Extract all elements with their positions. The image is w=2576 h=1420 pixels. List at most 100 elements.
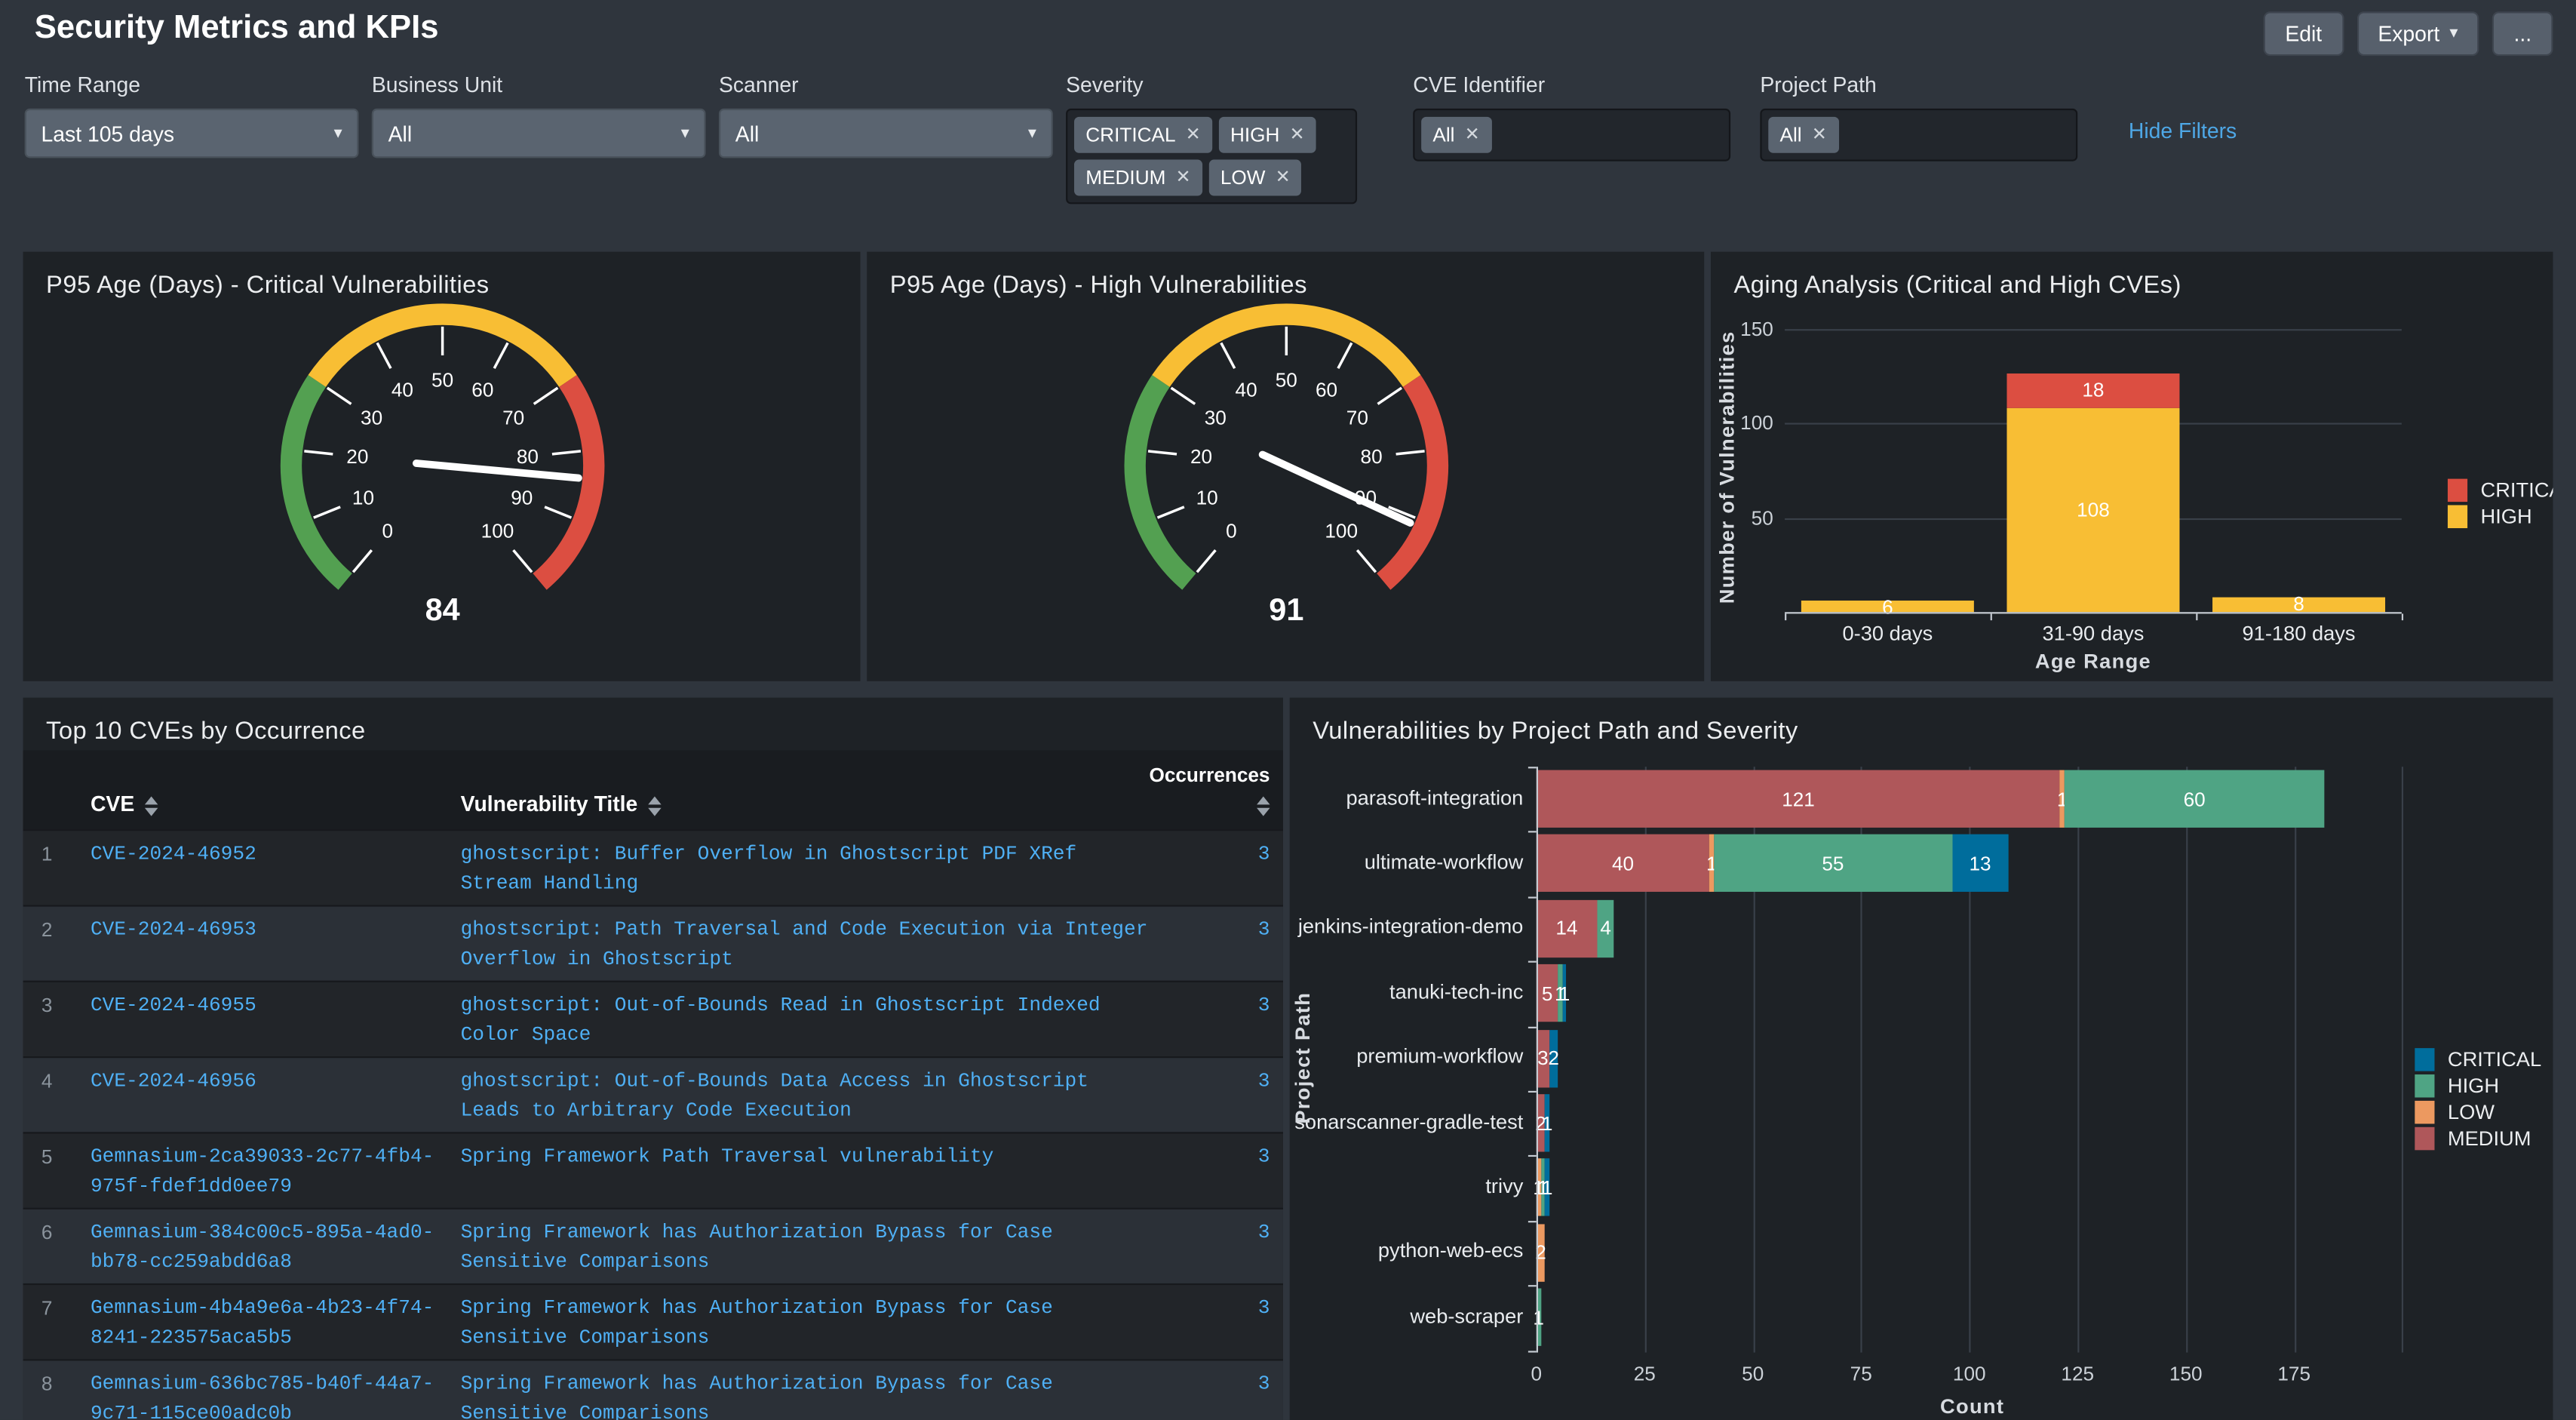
vulnerability-title-link[interactable]: ghostscript: Buffer Overflow in Ghostscr… xyxy=(447,831,1161,905)
sort-header-title[interactable]: Vulnerability Title xyxy=(447,750,1161,829)
panel-title: Aging Analysis (Critical and High CVEs) xyxy=(1711,252,2553,300)
time-range-dropdown[interactable]: Last 105 days ▾ xyxy=(25,109,359,158)
svg-text:84: 84 xyxy=(424,592,459,627)
remove-token-icon[interactable]: ✕ xyxy=(1289,126,1304,144)
filter-group-time-range: Time Range Last 105 days ▾ xyxy=(25,72,359,158)
cve-link[interactable]: Gemnasium-384c00c5-895a-4ad0-bb78-cc259a… xyxy=(77,1209,447,1283)
x-tick-label: 0 xyxy=(1503,1363,1569,1386)
occurrences-value[interactable]: 3 xyxy=(1162,1134,1283,1208)
occurrences-value[interactable]: 3 xyxy=(1162,982,1283,1056)
vulnerability-title-link[interactable]: Spring Framework has Authorization Bypas… xyxy=(447,1360,1161,1420)
svg-text:50: 50 xyxy=(1275,368,1297,391)
legend-entry[interactable]: HIGH xyxy=(2448,503,2553,530)
legend-label: CRITICAL xyxy=(2448,1048,2541,1071)
filter-token[interactable]: LOW ✕ xyxy=(1209,160,1302,196)
occurrences-value[interactable]: 3 xyxy=(1162,831,1283,905)
time-range-value: Last 105 days xyxy=(41,121,175,146)
svg-text:100: 100 xyxy=(481,520,514,542)
panel-title: Top 10 CVEs by Occurrence xyxy=(23,698,1283,745)
cve-identifier-filter[interactable]: All✕ xyxy=(1413,109,1730,161)
remove-token-icon[interactable]: ✕ xyxy=(1186,126,1201,144)
cve-link[interactable]: CVE-2024-46956 xyxy=(77,1058,447,1132)
panel-aging-analysis: Aging Analysis (Critical and High CVEs) … xyxy=(1711,252,2553,681)
occurrences-value[interactable]: 3 xyxy=(1162,907,1283,981)
token-label: CRITICAL xyxy=(1085,124,1175,147)
filter-bar: Time Range Last 105 days ▾ Business Unit… xyxy=(0,66,2576,223)
toolbar: Edit Export ▾ ... xyxy=(2264,11,2553,56)
remove-token-icon[interactable]: ✕ xyxy=(1276,169,1291,187)
bar-value-label: 1 xyxy=(1515,1110,1580,1136)
occurrences-value[interactable]: 3 xyxy=(1162,1058,1283,1132)
vulnerability-title-link[interactable]: Spring Framework has Authorization Bypas… xyxy=(447,1285,1161,1359)
occurrences-value[interactable]: 3 xyxy=(1162,1360,1283,1420)
edit-button[interactable]: Edit xyxy=(2264,11,2344,56)
business-unit-dropdown[interactable]: All ▾ xyxy=(372,109,706,158)
critical-p95-gauge: 010203040506070809010084 xyxy=(244,303,639,635)
legend-entry[interactable]: HIGH xyxy=(2415,1073,2541,1099)
panel-gauge-critical: P95 Age (Days) - Critical Vulnerabilitie… xyxy=(23,252,861,681)
projects-severity-chart: 0255075100125150175121160parasoft-integr… xyxy=(1290,750,2553,1420)
y-category-label: python-web-ecs xyxy=(1290,1240,1524,1263)
token-label: MEDIUM xyxy=(1085,166,1165,189)
cve-link[interactable]: Gemnasium-4b4a9e6a-4b23-4f74-8241-223575… xyxy=(77,1285,447,1359)
hide-filters-link[interactable]: Hide Filters xyxy=(2129,118,2237,143)
legend-entry[interactable]: CRITICAL xyxy=(2415,1047,2541,1073)
export-button[interactable]: Export ▾ xyxy=(2356,11,2479,56)
project-path-filter[interactable]: All✕ xyxy=(1760,109,2077,161)
row-number: 6 xyxy=(23,1209,78,1283)
remove-token-icon[interactable]: ✕ xyxy=(1465,126,1480,144)
filter-token[interactable]: All✕ xyxy=(1421,117,1491,153)
legend-entry[interactable]: MEDIUM xyxy=(2415,1126,2541,1152)
filter-token[interactable]: MEDIUM ✕ xyxy=(1074,160,1202,196)
table-row: 2CVE-2024-46953ghostscript: Path Travers… xyxy=(23,905,1283,980)
vulnerability-title-link[interactable]: ghostscript: Path Traversal and Code Exe… xyxy=(447,907,1161,981)
remove-token-icon[interactable]: ✕ xyxy=(1175,169,1190,187)
legend-entry[interactable]: LOW xyxy=(2415,1099,2541,1126)
occurrences-value[interactable]: 3 xyxy=(1162,1285,1283,1359)
filter-token[interactable]: All✕ xyxy=(1768,117,1838,153)
y-axis-tick xyxy=(1528,961,1537,963)
vulnerability-title-link[interactable]: Spring Framework Path Traversal vulnerab… xyxy=(447,1134,1161,1208)
vulnerability-title-link[interactable]: Spring Framework has Authorization Bypas… xyxy=(447,1209,1161,1283)
remove-token-icon[interactable]: ✕ xyxy=(1812,126,1827,144)
filter-group-project-path: Project Path All✕ xyxy=(1760,72,2077,161)
legend-swatch xyxy=(2448,505,2467,528)
table-header: CVE Vulnerability Title Occurrences xyxy=(23,750,1283,829)
bar-value-label: 2 xyxy=(1521,1045,1586,1071)
vulnerability-title-link[interactable]: ghostscript: Out-of-Bounds Read in Ghost… xyxy=(447,982,1161,1056)
filter-token[interactable]: CRITICAL ✕ xyxy=(1074,117,1212,153)
sort-icon xyxy=(647,796,660,816)
sort-header-cve[interactable]: CVE xyxy=(77,750,447,829)
vulnerability-title-link[interactable]: ghostscript: Out-of-Bounds Data Access i… xyxy=(447,1058,1161,1132)
business-unit-value: All xyxy=(388,121,413,146)
occurrences-value[interactable]: 3 xyxy=(1162,1209,1283,1283)
more-button[interactable]: ... xyxy=(2492,11,2553,56)
y-axis-tick xyxy=(1528,1221,1537,1222)
legend-label: LOW xyxy=(2448,1101,2495,1124)
y-category-label: parasoft-integration xyxy=(1290,785,1524,809)
cve-link[interactable]: Gemnasium-636bc785-b40f-44a7-9c71-115ce0… xyxy=(77,1360,447,1420)
x-tick-label: 150 xyxy=(2153,1363,2218,1386)
severity-filter[interactable]: CRITICAL✕HIGH✕MEDIUM✕LOW✕ xyxy=(1066,109,1357,204)
token-label: LOW xyxy=(1220,166,1266,189)
gridline xyxy=(2403,767,2404,1352)
panel-gauge-high: P95 Age (Days) - High Vulnerabilities 01… xyxy=(867,252,1704,681)
legend-swatch xyxy=(2448,479,2467,503)
sort-icon xyxy=(144,796,157,816)
cve-link[interactable]: Gemnasium-2ca39033-2c77-4fb4-975f-fdef1d… xyxy=(77,1134,447,1208)
row-number: 7 xyxy=(23,1285,78,1359)
scanner-dropdown[interactable]: All ▾ xyxy=(719,109,1053,158)
cve-table: CVE Vulnerability Title Occurrences 1CVE… xyxy=(23,750,1283,1420)
row-number: 5 xyxy=(23,1134,78,1208)
svg-text:10: 10 xyxy=(1196,486,1217,509)
filter-token[interactable]: HIGH✕ xyxy=(1219,117,1316,153)
cve-link[interactable]: CVE-2024-46952 xyxy=(77,831,447,905)
legend-swatch xyxy=(2415,1101,2434,1124)
cve-link[interactable]: CVE-2024-46955 xyxy=(77,982,447,1056)
cve-link[interactable]: CVE-2024-46953 xyxy=(77,907,447,981)
row-number: 8 xyxy=(23,1360,78,1420)
bar-value-label: 60 xyxy=(2162,785,2228,812)
legend-entry[interactable]: CRITICAL xyxy=(2448,477,2553,503)
sort-header-occurrences[interactable]: Occurrences xyxy=(1162,750,1283,829)
table-row: 8Gemnasium-636bc785-b40f-44a7-9c71-115ce… xyxy=(23,1359,1283,1420)
